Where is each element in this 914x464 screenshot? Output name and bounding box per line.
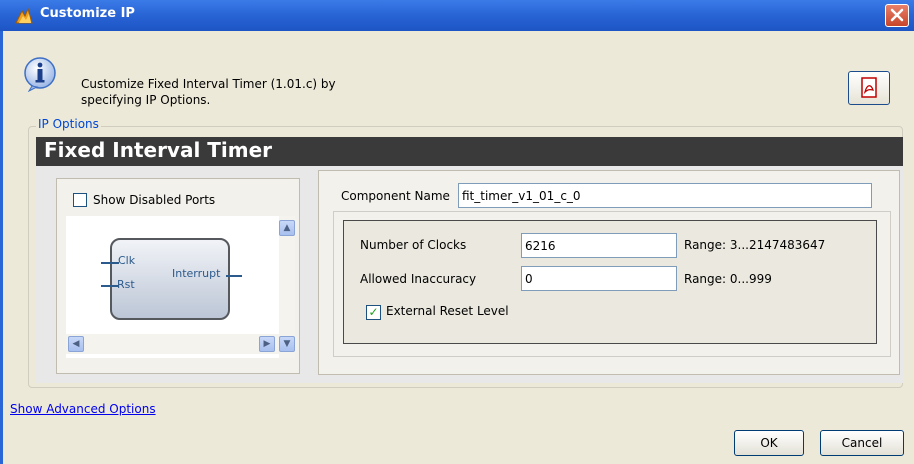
port-label-clk: Clk bbox=[118, 254, 136, 267]
external-reset-checkbox[interactable]: ✓ bbox=[366, 305, 381, 320]
header-description-line1: Customize Fixed Interval Timer (1.01.c) … bbox=[81, 77, 336, 91]
allowed-inaccuracy-input[interactable] bbox=[521, 266, 677, 291]
show-disabled-ports-checkbox[interactable] bbox=[73, 193, 87, 207]
chevron-up-icon: ▲ bbox=[283, 223, 291, 233]
ok-button[interactable]: OK bbox=[734, 430, 804, 456]
chevron-left-icon: ◀ bbox=[72, 339, 80, 349]
scroll-right-button[interactable]: ▶ bbox=[259, 336, 275, 352]
xilinx-logo-icon bbox=[14, 7, 34, 25]
close-icon bbox=[890, 8, 904, 22]
cancel-button[interactable]: Cancel bbox=[820, 430, 904, 456]
number-of-clocks-input[interactable] bbox=[521, 233, 677, 258]
scroll-up-button[interactable]: ▲ bbox=[279, 220, 295, 236]
ip-options-label: IP Options bbox=[36, 117, 101, 131]
header-description: Customize Fixed Interval Timer (1.01.c) … bbox=[81, 76, 481, 108]
datasheet-pdf-button[interactable] bbox=[848, 71, 890, 105]
component-name-label: Component Name bbox=[341, 189, 450, 203]
external-reset-label[interactable]: External Reset Level bbox=[386, 304, 509, 318]
title-bar bbox=[0, 0, 914, 31]
show-advanced-options-link[interactable]: Show Advanced Options bbox=[10, 402, 156, 416]
chevron-down-icon: ▼ bbox=[283, 339, 291, 349]
pdf-icon bbox=[861, 77, 877, 98]
number-of-clocks-range: Range: 3...2147483647 bbox=[684, 238, 826, 252]
port-label-rst: Rst bbox=[117, 278, 135, 291]
chevron-right-icon: ▶ bbox=[263, 339, 271, 349]
port-line-clk bbox=[101, 262, 119, 264]
window-frame-left bbox=[0, 31, 3, 464]
port-label-interrupt: Interrupt bbox=[172, 267, 221, 280]
header-description-line2: specifying IP Options. bbox=[81, 93, 211, 107]
component-name-input[interactable] bbox=[458, 183, 872, 208]
close-button[interactable] bbox=[885, 4, 909, 27]
scroll-down-button[interactable]: ▼ bbox=[279, 336, 295, 352]
show-disabled-ports-label[interactable]: Show Disabled Ports bbox=[93, 193, 215, 207]
allowed-inaccuracy-range: Range: 0...999 bbox=[684, 272, 772, 286]
horizontal-scrollbar[interactable] bbox=[66, 334, 279, 354]
core-title: Fixed Interval Timer bbox=[44, 138, 273, 162]
number-of-clocks-label: Number of Clocks bbox=[360, 238, 467, 252]
checkmark-icon: ✓ bbox=[368, 305, 379, 319]
scroll-left-button[interactable]: ◀ bbox=[68, 336, 84, 352]
info-icon bbox=[22, 56, 58, 93]
allowed-inaccuracy-label: Allowed Inaccuracy bbox=[360, 272, 477, 286]
port-line-interrupt bbox=[226, 275, 242, 277]
window-title: Customize IP bbox=[40, 6, 135, 21]
